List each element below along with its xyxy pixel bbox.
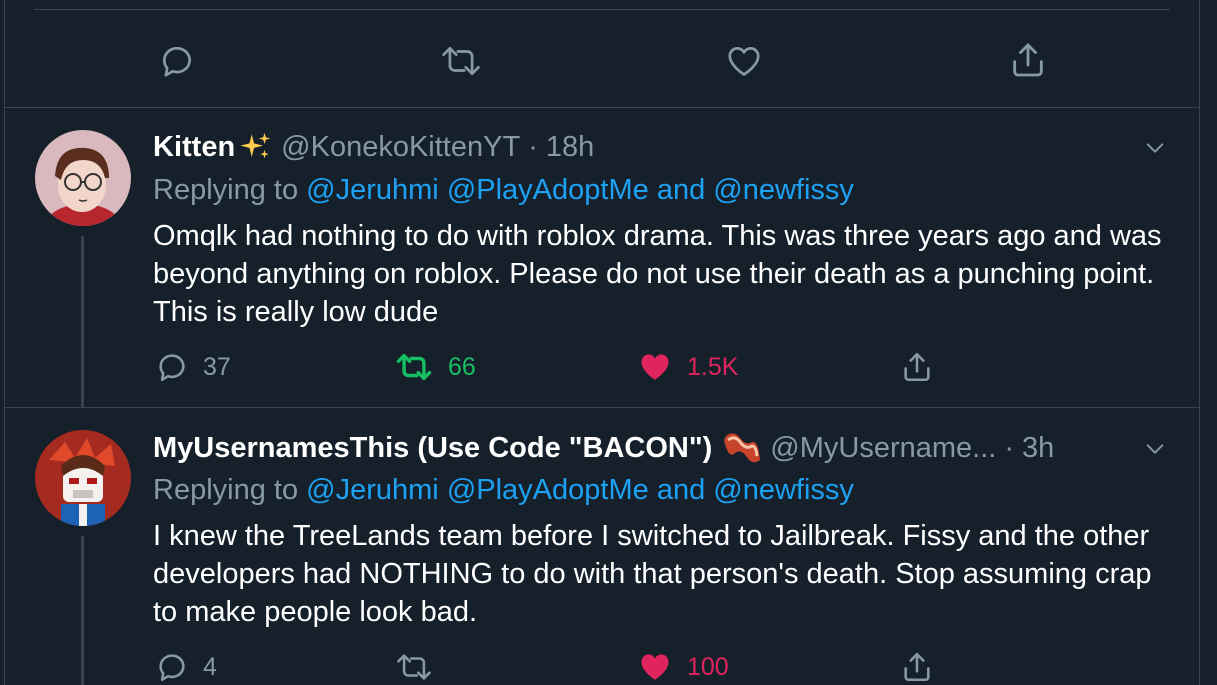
header-separator: · [528,130,538,163]
tweet-text: Omqlk had nothing to do with roblox dram… [153,220,1162,328]
timeline-left-border [4,0,5,685]
mention-link[interactable]: @PlayAdoptMe [447,474,649,506]
replying-to: Replying to @Jeruhmi @PlayAdoptMe and @n… [153,474,854,507]
tweet-header: Kitten @KonekoKittenYT · 18h [153,130,594,164]
thread-line [81,536,84,685]
display-name[interactable]: Kitten [153,131,235,164]
tweet-divider [4,107,1200,108]
chevron-down-icon [1142,143,1168,163]
user-handle[interactable]: @KonekoKittenYT [281,131,520,164]
avatar[interactable] [35,430,131,526]
share-button[interactable] [900,349,934,385]
user-handle[interactable]: @MyUsername... [770,432,996,465]
more-options-button[interactable] [1142,137,1168,164]
like-button[interactable]: 100 [637,650,729,684]
tweet-divider [4,407,1200,408]
share-button[interactable] [900,649,934,685]
mention-link[interactable]: @Jeruhmi [306,474,439,506]
like-count: 100 [687,652,729,681]
bacon-icon [722,430,762,466]
reply-count: 4 [203,652,217,681]
timestamp[interactable]: 3h [1022,432,1054,465]
mention-link[interactable]: @PlayAdoptMe [447,174,649,206]
more-options-button[interactable] [1142,438,1168,465]
avatar[interactable] [35,130,131,226]
tweet-text: I knew the TreeLands team before I switc… [153,520,1152,628]
replying-to-label: Replying to [153,474,299,506]
display-name[interactable]: MyUsernamesThis (Use Code "BACON") [153,432,712,465]
reply-icon [158,42,196,80]
previous-tweet-divider [34,9,1170,10]
reply-button[interactable]: 37 [155,350,231,384]
tweet-header: MyUsernamesThis (Use Code "BACON") @MyUs… [153,430,1054,466]
mention-and[interactable]: and [657,474,705,506]
chevron-down-icon [1142,444,1168,464]
reply-button[interactable]: 4 [155,650,217,684]
retweet-count: 66 [448,352,476,381]
retweet-icon [438,42,484,80]
share-icon [900,649,934,685]
reply-count: 37 [203,352,231,381]
retweet-button[interactable]: 66 [394,350,476,384]
like-icon [724,42,764,80]
reply-icon [155,650,189,684]
reply-icon [155,350,189,384]
mention-link[interactable]: @Jeruhmi [306,174,439,206]
retweet-button[interactable] [394,650,434,684]
mention-link[interactable]: @newfissy [713,474,854,506]
retweet-icon [394,350,434,384]
replying-to-label: Replying to [153,174,299,206]
share-icon [900,349,934,385]
reply-button[interactable] [158,42,196,80]
timeline-right-border [1199,0,1200,685]
like-button[interactable] [724,42,764,80]
heart-filled-icon [637,650,673,684]
replying-to: Replying to @Jeruhmi @PlayAdoptMe and @n… [153,174,854,207]
share-button[interactable] [1008,40,1048,80]
retweet-icon [394,650,434,684]
retweet-button[interactable] [438,42,484,80]
timestamp[interactable]: 18h [546,131,594,164]
thread-line [81,236,84,407]
mention-link[interactable]: @newfissy [713,174,854,206]
mention-and[interactable]: and [657,174,705,206]
header-separator: · [1004,431,1015,464]
sparkles-icon [239,130,273,164]
like-button[interactable]: 1.5K [637,350,738,384]
heart-filled-icon [637,350,673,384]
like-count: 1.5K [687,352,739,381]
share-icon [1008,40,1048,80]
